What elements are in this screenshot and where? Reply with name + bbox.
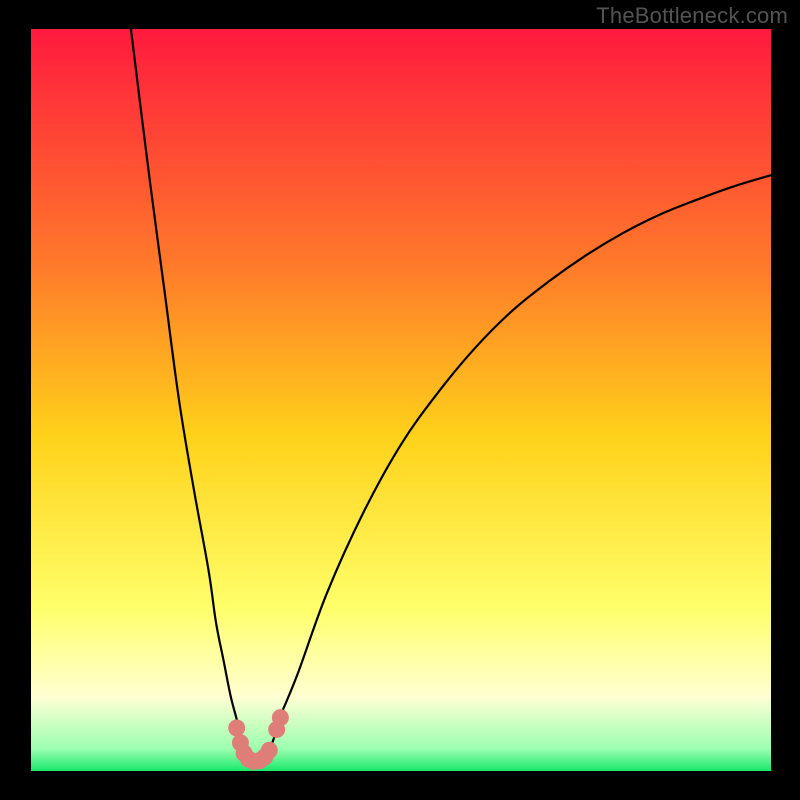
watermark-text: TheBottleneck.com <box>596 3 788 29</box>
bottleneck-chart: TheBottleneck.com <box>0 0 800 800</box>
valley-marker <box>228 719 245 736</box>
valley-marker <box>261 742 278 759</box>
chart-svg <box>0 0 800 800</box>
valley-marker <box>272 709 289 726</box>
chart-plot-area <box>31 29 771 771</box>
